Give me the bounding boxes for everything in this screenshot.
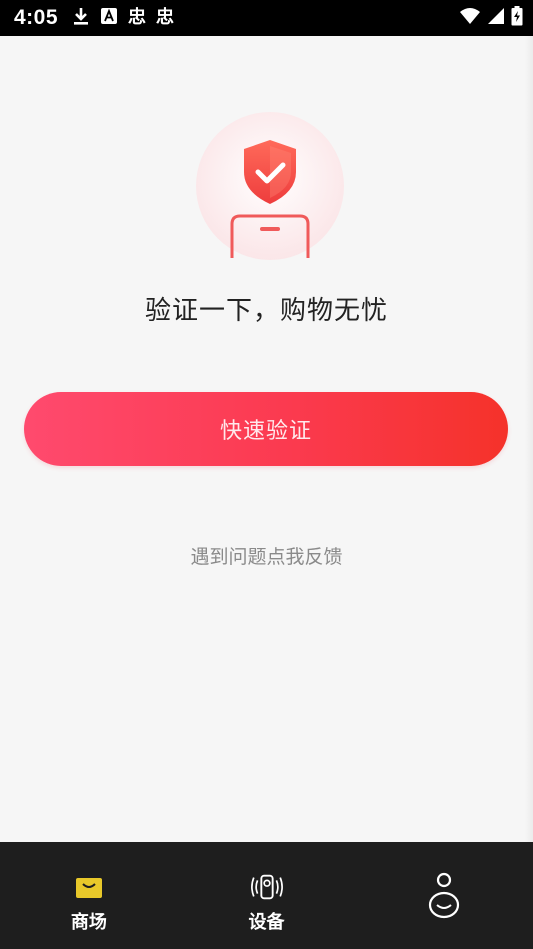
edge-shadow	[525, 36, 533, 949]
device-icon	[250, 870, 284, 904]
page-title: 验证一下，购物无忧	[144, 296, 388, 326]
battery-charging-icon	[511, 6, 523, 30]
download-icon	[72, 6, 90, 30]
shopping-bag-icon	[72, 870, 106, 904]
screen: 4:05 忠 忠 验证一下，购物无忧 快速验证 遇到问题点我反馈 商场 设备	[0, 0, 533, 949]
tab-devices[interactable]: 设备	[178, 842, 356, 949]
app-notification-icon: 忠	[156, 7, 175, 28]
status-time: 4:05	[14, 6, 59, 29]
shield-check-phone-icon	[230, 140, 310, 258]
verification-page: 验证一下，购物无忧 快速验证 遇到问题点我反馈	[0, 36, 533, 842]
signal-icon	[487, 7, 505, 29]
status-bar: 4:05 忠 忠	[0, 0, 533, 36]
system-status-icons	[459, 6, 523, 30]
notification-icons: 忠 忠	[72, 6, 174, 30]
tab-label-devices: 设备	[248, 912, 285, 933]
quick-verify-button[interactable]: 快速验证	[24, 392, 508, 466]
wifi-icon	[459, 7, 481, 29]
tab-label-mall: 商场	[70, 912, 107, 933]
tab-profile[interactable]	[355, 842, 533, 949]
tab-mall[interactable]: 商场	[0, 842, 178, 949]
bottom-tab-bar: 商场 设备	[0, 842, 533, 949]
profile-icon	[427, 870, 461, 922]
feedback-link[interactable]: 遇到问题点我反馈	[0, 542, 533, 569]
a-notification-icon	[100, 7, 118, 29]
app-notification-icon: 忠	[128, 7, 147, 28]
